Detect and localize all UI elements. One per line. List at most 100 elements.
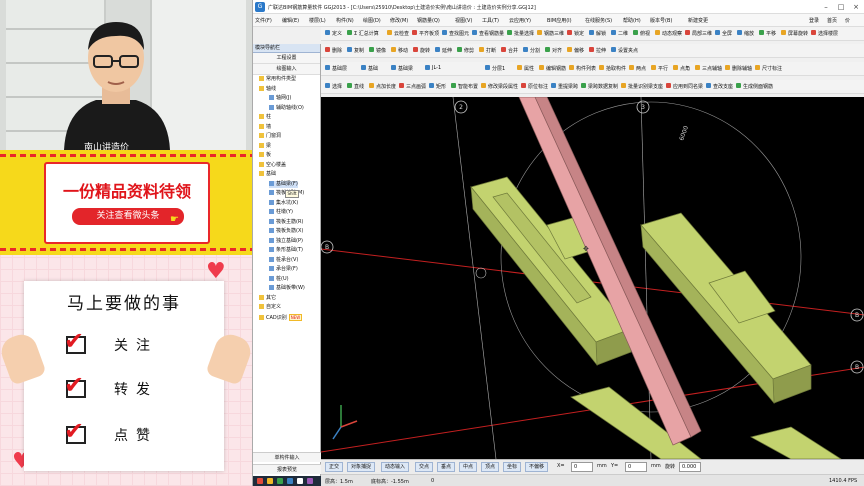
menu-item[interactable]: 钢筋量(Q) (417, 17, 440, 24)
menu-item[interactable]: 绘图(D) (363, 17, 381, 24)
toolbar-button[interactable]: 局部三维 (685, 30, 712, 37)
toolbar-button[interactable]: 删除 (325, 47, 342, 54)
tree-folder[interactable]: 梁 (259, 142, 271, 150)
type-select[interactable]: 基础梁 (391, 65, 413, 72)
menu-item[interactable]: 新建变更 (688, 17, 708, 24)
tree-folder[interactable]: 墙 (259, 123, 271, 131)
toolbar-button[interactable]: 平移 (759, 30, 776, 37)
toolbar-button[interactable]: 缩放 (737, 30, 754, 37)
toolbar-button[interactable]: 点加长度 (369, 83, 396, 90)
toolbar-button[interactable]: 合并 (501, 47, 518, 54)
toolbar-button[interactable]: 三点辅轴 (695, 65, 722, 72)
maximize-button[interactable]: □ (834, 2, 848, 12)
toolbar-button[interactable]: 延伸 (435, 47, 452, 54)
report-preview[interactable]: 报表预览 (253, 464, 321, 474)
snap-toggle[interactable]: 顶点 (481, 462, 500, 472)
toolbar-button[interactable]: 重提梁跨 (551, 83, 578, 90)
toolbar-button[interactable]: 拉伸 (589, 47, 606, 54)
toolbar-button[interactable]: 修改梁段属性 (481, 83, 518, 90)
tree-item[interactable]: 基础梁(F) (269, 180, 298, 188)
menu-right-item[interactable]: 首页 (827, 17, 837, 24)
toolbar-button[interactable]: 构件列表 (569, 65, 596, 72)
toolbar-button[interactable]: 直线 (347, 83, 364, 90)
toolbar-button[interactable]: 删除辅轴 (725, 65, 752, 72)
rotate-input[interactable]: 0.000 (679, 462, 701, 472)
x-input[interactable]: 0 (571, 462, 593, 472)
toolbar-button[interactable]: 属性 (517, 65, 534, 72)
tree-item[interactable]: 桩(U) (269, 275, 289, 283)
tree-folder[interactable]: CAD识别 NEW (259, 313, 303, 322)
tree-folder[interactable]: 板 (259, 152, 271, 159)
toolbar-button[interactable]: 屏幕旋转 (781, 30, 808, 37)
snap-toggle[interactable]: 垂点 (437, 462, 456, 472)
toolbar-button[interactable]: 拾取构件 (599, 65, 626, 72)
floor-select[interactable]: 基础层 (325, 65, 347, 72)
toolbar-button[interactable]: 云检查 (387, 30, 409, 37)
toolbar-button[interactable]: Σ 汇总计算 (347, 30, 379, 37)
tree-folder[interactable]: 门窗洞 (259, 133, 281, 140)
toolbar-button[interactable]: 选择楼层 (811, 30, 838, 37)
toolbar-button[interactable]: 两点 (629, 65, 646, 72)
toolbar-button[interactable]: 三点画弧 (399, 83, 426, 90)
toolbar-button[interactable]: 打断 (479, 47, 496, 54)
promo-subtitle-button[interactable]: 关注查看微头条 (72, 208, 184, 225)
tree-item[interactable]: 独立基础(P) (269, 237, 303, 245)
toolbar-button[interactable]: 矩形 (429, 83, 446, 90)
toolbar-button[interactable]: 生成侧面钢筋 (736, 83, 773, 90)
tree-item[interactable]: 条形基础(T) (269, 247, 303, 254)
toolbar-button[interactable]: 旋转 (413, 47, 430, 54)
toolbar-button[interactable]: 查改支座 (706, 83, 733, 90)
subtype-select[interactable]: 分层1 (485, 65, 505, 72)
toolbar-button[interactable]: 点角 (673, 65, 690, 72)
toolbar-button[interactable]: 镜像 (369, 47, 386, 54)
snap-toggle[interactable]: 中点 (459, 462, 478, 472)
menu-right-item[interactable]: 登录 (809, 17, 819, 24)
section-project-settings[interactable]: 工程设置 (253, 53, 320, 64)
tree-item[interactable]: 集水坑(K) (269, 199, 298, 207)
toolbar-button[interactable]: 定义 (325, 30, 342, 37)
single-component-input[interactable]: 单构件输入 (253, 452, 321, 462)
snap-toggle[interactable]: 正交 (325, 462, 344, 472)
tree-item[interactable]: 筏板主筋(R) (269, 218, 303, 226)
tree-folder[interactable]: 自定义 (259, 304, 281, 311)
menu-item[interactable]: 帮助(H) (623, 17, 641, 24)
model-canvas[interactable]: B 2 3 B B 6000 ✥ (321, 97, 864, 459)
menu-item[interactable]: 云应用(Y) (509, 17, 531, 24)
toolbar-button[interactable]: 智能布置 (451, 83, 478, 90)
close-button[interactable]: × (849, 2, 863, 12)
tree-folder[interactable]: 空心楼盖 (259, 161, 286, 169)
toolbar-button[interactable]: 俯视 (633, 30, 650, 37)
3d-viewport[interactable]: B 2 3 B B 6000 ✥ (321, 97, 864, 459)
menu-item[interactable]: 在线服务(S) (585, 17, 612, 24)
tree-folder[interactable]: 其它 (259, 294, 276, 302)
menu-item[interactable]: 工具(T) (482, 17, 499, 24)
menu-item[interactable]: 编辑(E) (282, 17, 299, 24)
toolbar-button[interactable]: 锁定 (567, 30, 584, 37)
toolbar-button[interactable]: 批量识别梁支座 (621, 83, 663, 90)
toolbar-button[interactable]: 应用到同名梁 (666, 83, 703, 90)
toolbar-button[interactable]: 二维 (611, 30, 628, 37)
menu-item[interactable]: 构件(N) (336, 17, 354, 24)
snap-toggle[interactable]: 交点 (415, 462, 434, 472)
toolbar-button[interactable]: 平行 (651, 65, 668, 72)
toolbar-button[interactable]: 复制 (347, 47, 364, 54)
snap-toggle[interactable]: 对象捕捉 (347, 462, 376, 472)
menu-item[interactable]: 修改(M) (390, 17, 408, 24)
menu-item[interactable]: 楼层(L) (309, 17, 326, 24)
section-drawing-input[interactable]: 绘图输入 (253, 64, 320, 75)
snap-toggle[interactable]: 动态输入 (381, 462, 410, 472)
menu-item[interactable]: 版本号(B) (650, 17, 672, 24)
toolbar-button[interactable]: 钢筋三维 (537, 30, 564, 37)
tree-item[interactable]: 辅助轴线(O) (269, 104, 304, 112)
toolbar-button[interactable]: 解锁 (589, 30, 606, 37)
menu-item[interactable]: 视图(V) (455, 17, 472, 24)
tree-folder[interactable]: 基础 (259, 171, 276, 178)
tree-folder[interactable]: 轴线 (259, 85, 276, 93)
tree-item[interactable]: 基础板带(W) (269, 285, 305, 292)
category-select[interactable]: 基础 (361, 65, 378, 72)
item-select[interactable]: JL-1 (425, 65, 441, 71)
tree-item[interactable]: 轴网(J) (269, 95, 291, 102)
snap-toggle[interactable]: 坐标 (503, 462, 522, 472)
minimize-button[interactable]: – (819, 2, 833, 12)
toolbar-button[interactable]: 设置夹点 (611, 47, 638, 54)
